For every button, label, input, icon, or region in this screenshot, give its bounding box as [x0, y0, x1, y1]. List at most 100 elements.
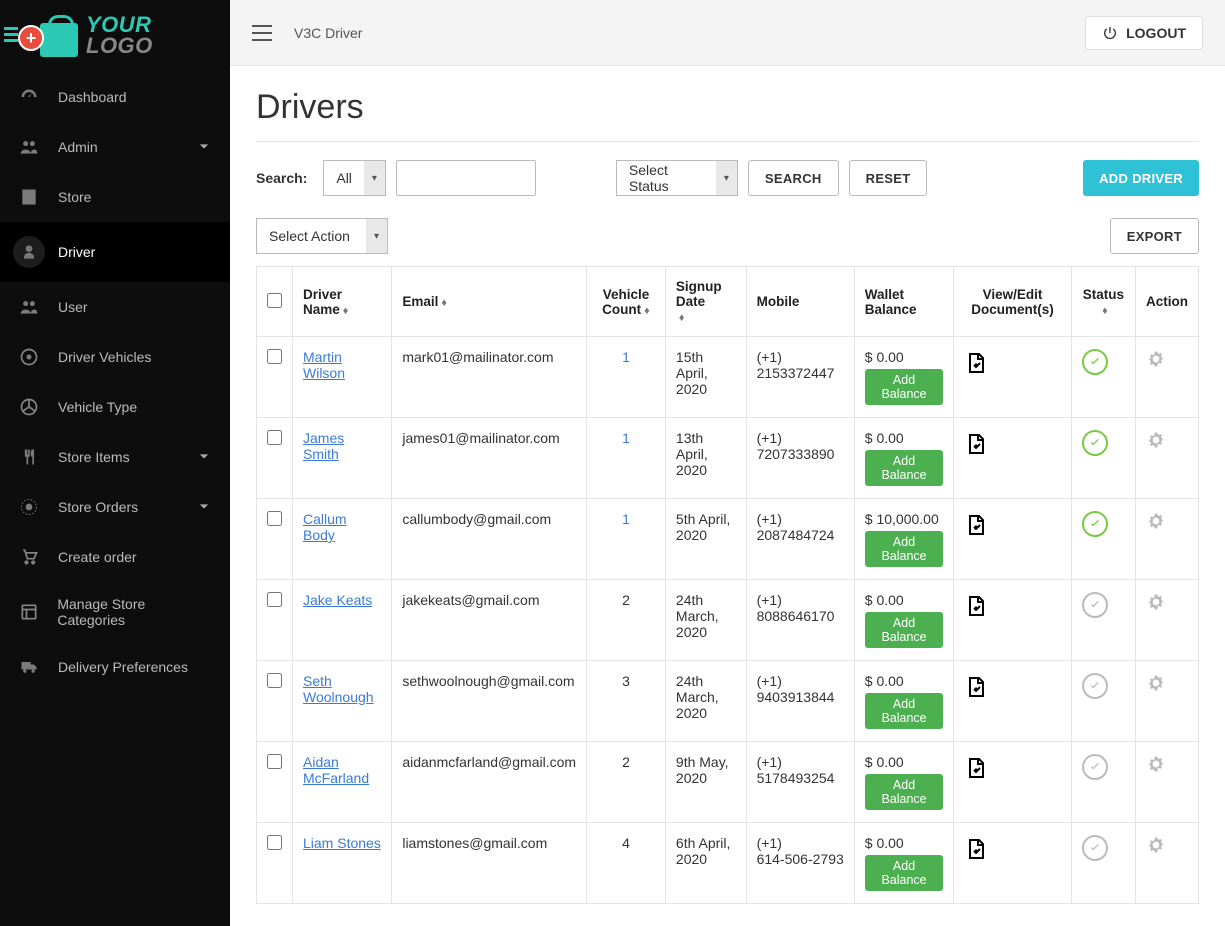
status-badge[interactable] [1082, 349, 1108, 375]
export-button[interactable]: EXPORT [1110, 218, 1199, 254]
wallet-balance: $ 0.00 [865, 673, 944, 689]
sidebar-item-create-order[interactable]: Create order [0, 532, 230, 582]
vehicle-count: 1 [622, 349, 630, 365]
sidebar-item-driver-vehicles[interactable]: Driver Vehicles [0, 332, 230, 382]
driver-name-link[interactable]: Aidan McFarland [303, 754, 369, 786]
driver-email: james01@mailinator.com [392, 418, 587, 499]
signup-date: 15th April, 2020 [665, 337, 746, 418]
sidebar-item-manage-store-categories[interactable]: Manage Store Categories [0, 582, 230, 642]
edit-document-icon[interactable] [964, 430, 988, 458]
sidebar-item-dashboard[interactable]: Dashboard [0, 72, 230, 122]
wallet-balance-cell: $ 0.00 Add Balance [854, 661, 954, 742]
add-balance-button[interactable]: Add Balance [865, 612, 944, 648]
row-checkbox[interactable] [267, 754, 282, 769]
edit-document-icon[interactable] [964, 349, 988, 377]
status-badge[interactable] [1082, 754, 1108, 780]
search-button[interactable]: SEARCH [748, 160, 839, 196]
table-header-row: Driver Name♦ Email♦ Vehicle Count♦ Signu… [257, 267, 1199, 337]
sidebar-item-label: Store Orders [58, 499, 138, 515]
sidebar-item-driver[interactable]: Driver [0, 222, 230, 282]
menu-toggle-icon[interactable] [252, 25, 272, 41]
sidebar-item-label: Manage Store Categories [57, 596, 212, 628]
sort-icon: ♦ [441, 301, 447, 307]
gear-icon[interactable] [1146, 592, 1166, 612]
add-balance-button[interactable]: Add Balance [865, 531, 944, 567]
gear-icon[interactable] [1146, 430, 1166, 450]
breadcrumb: V3C Driver [294, 25, 362, 41]
divider [256, 141, 1199, 142]
edit-document-icon[interactable] [964, 592, 988, 620]
row-checkbox[interactable] [267, 430, 282, 445]
sort-icon: ♦ [679, 316, 685, 322]
col-driver-name[interactable]: Driver Name♦ [293, 267, 392, 337]
col-status[interactable]: Status♦ [1071, 267, 1135, 337]
add-balance-button[interactable]: Add Balance [865, 774, 944, 810]
add-balance-button[interactable]: Add Balance [865, 450, 944, 486]
sidebar-item-store-orders[interactable]: Store Orders [0, 482, 230, 532]
logout-button[interactable]: LOGOUT [1085, 16, 1203, 50]
sidebar-item-vehicle-type[interactable]: Vehicle Type [0, 382, 230, 432]
status-badge[interactable] [1082, 511, 1108, 537]
sidebar-item-user[interactable]: User [0, 282, 230, 332]
gear-icon[interactable] [1146, 835, 1166, 855]
gear-icon[interactable] [1146, 673, 1166, 693]
sidebar-item-store-items[interactable]: Store Items [0, 432, 230, 482]
reset-button[interactable]: RESET [849, 160, 928, 196]
row-checkbox[interactable] [267, 511, 282, 526]
mobile: (+1)7207333890 [746, 418, 854, 499]
edit-document-icon[interactable] [964, 673, 988, 701]
add-balance-button[interactable]: Add Balance [865, 855, 944, 891]
search-input[interactable] [396, 160, 536, 196]
add-balance-button[interactable]: Add Balance [865, 369, 944, 405]
status-badge[interactable] [1082, 673, 1108, 699]
logo-text: YOUR LOGO [86, 15, 153, 57]
signup-date: 5th April, 2020 [665, 499, 746, 580]
row-checkbox[interactable] [267, 349, 282, 364]
user-icon [18, 296, 40, 318]
content: Drivers Search: All ▾ Select Status ▾ SE… [230, 66, 1225, 926]
driver-email: liamstones@gmail.com [392, 823, 587, 904]
mobile: (+1)2153372447 [746, 337, 854, 418]
driver-name-link[interactable]: Callum Body [303, 511, 347, 543]
row-checkbox[interactable] [267, 592, 282, 607]
status-badge[interactable] [1082, 835, 1108, 861]
filter-field-select[interactable]: All ▾ [323, 160, 386, 196]
dashboard-icon [18, 86, 40, 108]
row-checkbox[interactable] [267, 673, 282, 688]
driver-name-link[interactable]: Martin Wilson [303, 349, 345, 381]
add-balance-button[interactable]: Add Balance [865, 693, 944, 729]
sidebar-item-admin[interactable]: Admin [0, 122, 230, 172]
col-wallet-balance: Wallet Balance [854, 267, 954, 337]
logo[interactable]: + YOUR LOGO [0, 0, 230, 72]
driver-name-link[interactable]: Liam Stones [303, 835, 381, 851]
add-driver-button[interactable]: ADD DRIVER [1083, 160, 1199, 196]
vehicle-type-icon [18, 396, 40, 418]
bulk-action-select[interactable]: Select Action ▾ [256, 218, 388, 254]
edit-document-icon[interactable] [964, 754, 988, 782]
edit-document-icon[interactable] [964, 511, 988, 539]
mobile: (+1)9403913844 [746, 661, 854, 742]
col-email[interactable]: Email♦ [392, 267, 587, 337]
select-all-checkbox[interactable] [267, 293, 282, 308]
page-title: Drivers [256, 88, 1199, 127]
sidebar-item-delivery-preferences[interactable]: Delivery Preferences [0, 642, 230, 692]
driver-name-link[interactable]: Seth Woolnough [303, 673, 374, 705]
col-vehicle-count[interactable]: Vehicle Count♦ [587, 267, 666, 337]
status-badge[interactable] [1082, 430, 1108, 456]
driver-name-link[interactable]: James Smith [303, 430, 344, 462]
filter-status-select[interactable]: Select Status ▾ [616, 160, 738, 196]
edit-document-icon[interactable] [964, 835, 988, 863]
signup-date: 6th April, 2020 [665, 823, 746, 904]
wallet-balance: $ 0.00 [865, 835, 944, 851]
store-orders-icon [18, 496, 40, 518]
sidebar-item-store[interactable]: Store [0, 172, 230, 222]
row-checkbox[interactable] [267, 835, 282, 850]
gear-icon[interactable] [1146, 511, 1166, 531]
signup-date: 24th March, 2020 [665, 661, 746, 742]
gear-icon[interactable] [1146, 754, 1166, 774]
chevron-down-icon [194, 446, 214, 469]
status-badge[interactable] [1082, 592, 1108, 618]
col-signup-date[interactable]: Signup Date♦ [665, 267, 746, 337]
gear-icon[interactable] [1146, 349, 1166, 369]
driver-name-link[interactable]: Jake Keats [303, 592, 372, 608]
